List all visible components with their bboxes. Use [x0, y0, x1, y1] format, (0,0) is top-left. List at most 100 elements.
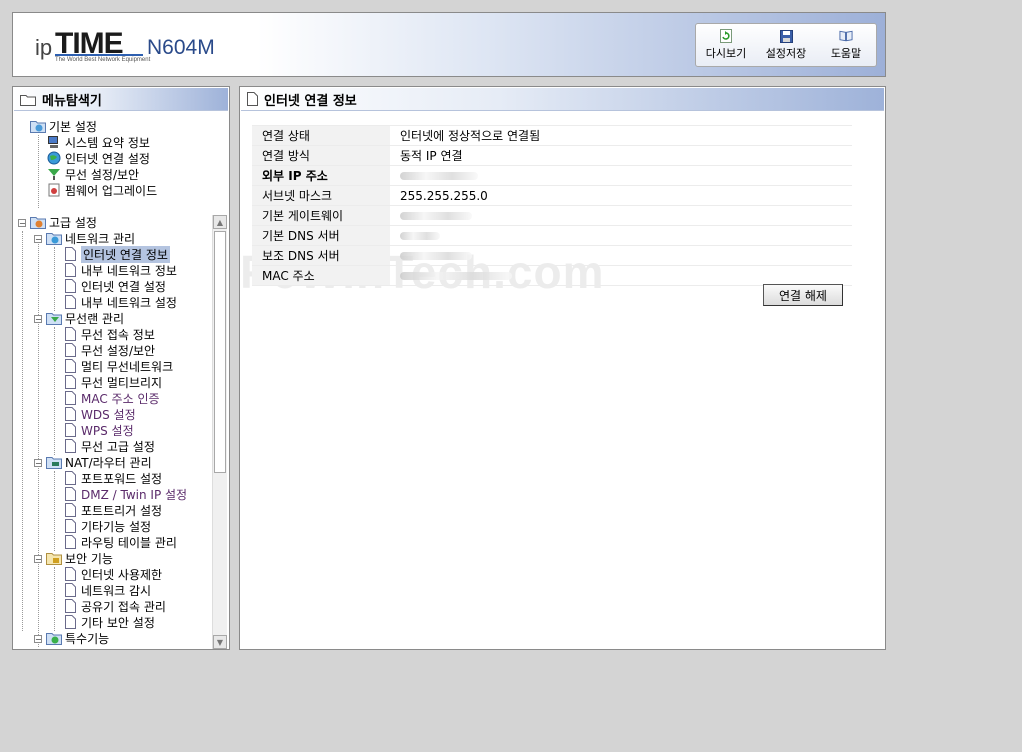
tree-label: MAC 주소 인증	[81, 391, 160, 406]
tree-wds[interactable]: WDS 설정	[62, 406, 136, 422]
tree-security[interactable]: 보안 기능	[46, 550, 113, 566]
page-icon	[62, 502, 78, 518]
tree-multi-ssid[interactable]: 멀티 무선네트워크	[62, 358, 173, 374]
router-folder-icon	[46, 454, 62, 470]
tree-label: 내부 네트워크 정보	[81, 263, 177, 278]
save-settings-button[interactable]: 설정저장	[756, 24, 816, 66]
tree-label: 무선 설정/보안	[65, 167, 140, 182]
page-icon	[62, 406, 78, 422]
globe-icon	[46, 150, 62, 166]
tree-label: 포트포워드 설정	[81, 471, 163, 486]
tree-label: 인터넷 연결 정보	[81, 245, 170, 263]
collapse-toggle[interactable]: −	[34, 555, 42, 564]
tree-lan-setup[interactable]: 내부 네트워크 설정	[62, 294, 177, 310]
tree-dmz-twinip[interactable]: DMZ / Twin IP 설정	[62, 486, 187, 502]
disconnect-button[interactable]: 연결 해제	[763, 284, 843, 306]
tree-label: 라우팅 테이블 관리	[81, 535, 177, 550]
table-row: 연결 상태 인터넷에 정상적으로 연결됨	[252, 125, 852, 146]
tree-network-management[interactable]: 네트워크 관리	[46, 230, 135, 246]
book-icon	[839, 29, 853, 43]
page-icon	[62, 294, 78, 310]
page-icon	[62, 566, 78, 582]
tree-advanced-settings[interactable]: 고급 설정	[30, 214, 97, 230]
tree-label: 고급 설정	[49, 215, 97, 230]
tree-label: 포트트리거 설정	[81, 503, 163, 518]
refresh-button[interactable]: 다시보기	[696, 24, 756, 66]
tree-multi-bridge[interactable]: 무선 멀티브리지	[62, 374, 162, 390]
computer-icon	[46, 134, 62, 150]
tree-port-forward[interactable]: 포트포워드 설정	[62, 470, 162, 486]
tree-label: 인터넷 사용제한	[81, 567, 163, 582]
table-row: 기본 게이트웨이	[252, 205, 852, 226]
row-value-redacted	[390, 265, 852, 286]
model-name: N604M	[147, 36, 215, 59]
tree-label: 특수기능	[65, 631, 110, 646]
tree-wireless-security[interactable]: 무선 설정/보안	[62, 342, 155, 358]
tree-internet-connection-setup[interactable]: 인터넷 연결 설정	[62, 278, 166, 294]
tree-wps[interactable]: WPS 설정	[62, 422, 134, 438]
tree-nat-router[interactable]: NAT/라우터 관리	[46, 454, 152, 470]
tree-label: 무선 멀티브리지	[81, 375, 163, 390]
row-key: 연결 상태	[252, 125, 390, 146]
tree-port-trigger[interactable]: 포트트리거 설정	[62, 502, 162, 518]
row-value: 인터넷에 정상적으로 연결됨	[390, 125, 852, 146]
tree-label: 보안 기능	[65, 551, 113, 566]
row-value-redacted	[390, 245, 852, 266]
tree-wireless-management[interactable]: 무선랜 관리	[46, 310, 124, 326]
menu-explorer-title: 메뉴탐색기	[42, 93, 102, 109]
refresh-label: 다시보기	[705, 47, 747, 60]
row-value-redacted	[390, 205, 852, 226]
scroll-up-arrow-icon[interactable]: ▲	[213, 215, 227, 229]
tree-internet-setup[interactable]: 인터넷 연결 설정	[46, 150, 150, 166]
collapse-toggle[interactable]: −	[34, 315, 42, 324]
tree-other-security[interactable]: 기타 보안 설정	[62, 614, 155, 630]
page-icon	[62, 358, 78, 374]
network-folder-icon	[46, 230, 62, 246]
tree-firmware-upgrade[interactable]: 펌웨어 업그레이드	[46, 182, 157, 198]
tree-wireless-advanced[interactable]: 무선 고급 설정	[62, 438, 155, 454]
tree-label: 멀티 무선네트워크	[81, 359, 174, 374]
page-icon	[62, 518, 78, 534]
collapse-toggle[interactable]: −	[34, 635, 42, 644]
tree-label: WPS 설정	[81, 423, 134, 438]
scroll-thumb[interactable]	[214, 231, 226, 473]
tree-lan-info[interactable]: 내부 네트워크 정보	[62, 262, 177, 278]
tree-system-summary[interactable]: 시스템 요약 정보	[46, 134, 150, 150]
tree-router-access[interactable]: 공유기 접속 관리	[62, 598, 166, 614]
help-button[interactable]: 도움말	[816, 24, 876, 66]
tree-label: 무선 고급 설정	[81, 439, 155, 454]
row-key: MAC 주소	[252, 265, 390, 286]
wireless-folder-icon	[46, 310, 62, 326]
row-value-redacted	[390, 225, 852, 246]
collapse-toggle[interactable]: −	[34, 235, 42, 244]
tree-label: 인터넷 연결 설정	[65, 151, 150, 166]
collapse-toggle[interactable]: −	[18, 219, 26, 228]
tree-wireless-access-info[interactable]: 무선 접속 정보	[62, 326, 155, 342]
page-icon	[62, 614, 78, 630]
tree-wireless-security-basic[interactable]: 무선 설정/보안	[46, 166, 139, 182]
menu-explorer-panel: 메뉴탐색기 기본 설정 시스템 요약 정보 인터넷 연결 설정 무선 설정/보안	[12, 86, 230, 650]
scroll-down-arrow-icon[interactable]: ▼	[213, 635, 227, 649]
tree-label: 기타기능 설정	[81, 519, 152, 534]
tree-internet-connection-info[interactable]: 인터넷 연결 정보	[62, 245, 170, 263]
table-row: MAC 주소	[252, 265, 852, 286]
page-icon	[62, 438, 78, 454]
tree-routing-table[interactable]: 라우팅 테이블 관리	[62, 534, 177, 550]
row-value: 동적 IP 연결	[390, 145, 852, 166]
tree-label: 네트워크 관리	[65, 231, 136, 246]
page-icon	[247, 92, 258, 106]
collapse-toggle[interactable]: −	[34, 459, 42, 468]
save-label: 설정저장	[765, 47, 807, 60]
tree-mac-auth[interactable]: MAC 주소 인증	[62, 390, 160, 406]
connection-info-table: 연결 상태 인터넷에 정상적으로 연결됨 연결 방식 동적 IP 연결 외부 IP …	[252, 125, 852, 286]
tree-basic-settings[interactable]: 기본 설정	[30, 118, 97, 134]
refresh-icon	[719, 29, 733, 43]
tree-special[interactable]: 특수기능	[46, 630, 109, 646]
tree-misc-function[interactable]: 기타기능 설정	[62, 518, 151, 534]
tree-internet-restriction[interactable]: 인터넷 사용제한	[62, 566, 162, 582]
logo-tagline: The World Best Network Equipment	[55, 57, 151, 63]
header-banner: ip TIME The World Best Network Equipment…	[12, 12, 886, 77]
tree-scrollbar[interactable]: ▲ ▼	[212, 215, 227, 649]
tree-label: 공유기 접속 관리	[81, 599, 166, 614]
tree-network-monitor[interactable]: 네트워크 감시	[62, 582, 151, 598]
